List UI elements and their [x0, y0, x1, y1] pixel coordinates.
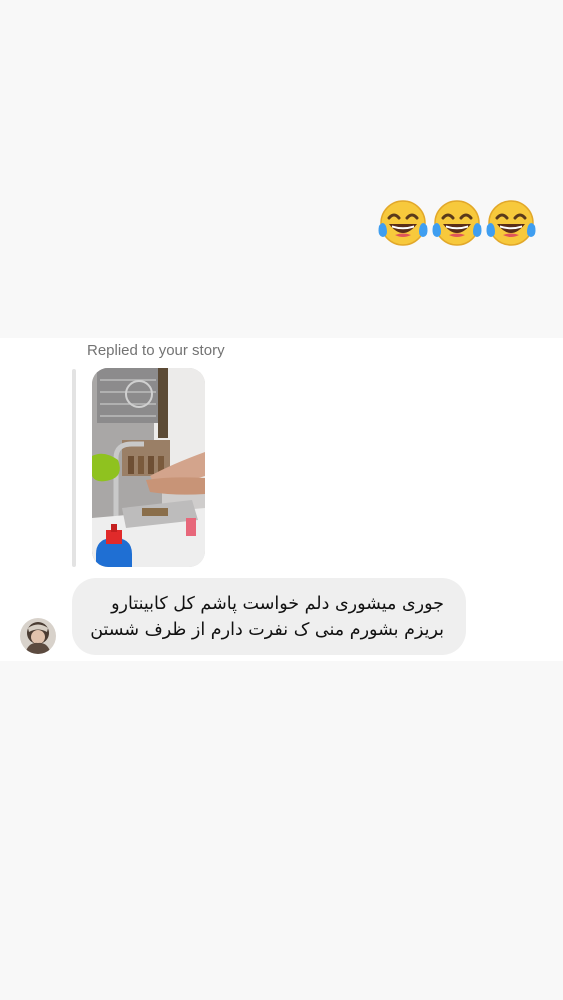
story-thumbnail[interactable] — [92, 368, 205, 567]
laughing-emoji-icon — [378, 200, 428, 246]
replied-to-story-label: Replied to your story — [87, 342, 225, 359]
laughing-emoji-icon — [486, 200, 536, 246]
empty-chat-area — [0, 661, 563, 1000]
story-thumbnail-icon — [92, 368, 205, 567]
message-text-line-2: بریزم بشورم منی ک نفرت دارم از ظرف شستن — [90, 620, 444, 640]
sent-emoji-message[interactable] — [377, 196, 537, 250]
laughing-emoji-icon — [432, 200, 482, 246]
received-message-bubble[interactable]: جوری میشوری دلم خواست پاشم کل کابینتارو … — [72, 578, 466, 655]
sender-avatar[interactable] — [20, 618, 56, 654]
reply-quote-bar — [72, 369, 76, 567]
sent-messages-area — [0, 0, 563, 338]
story-reply-section: Replied to your story جوری میشوری دلم خو… — [0, 338, 563, 661]
message-text-line-1: جوری میشوری دلم خواست پاشم کل کابینتارو — [111, 594, 444, 614]
avatar-icon — [20, 618, 56, 654]
